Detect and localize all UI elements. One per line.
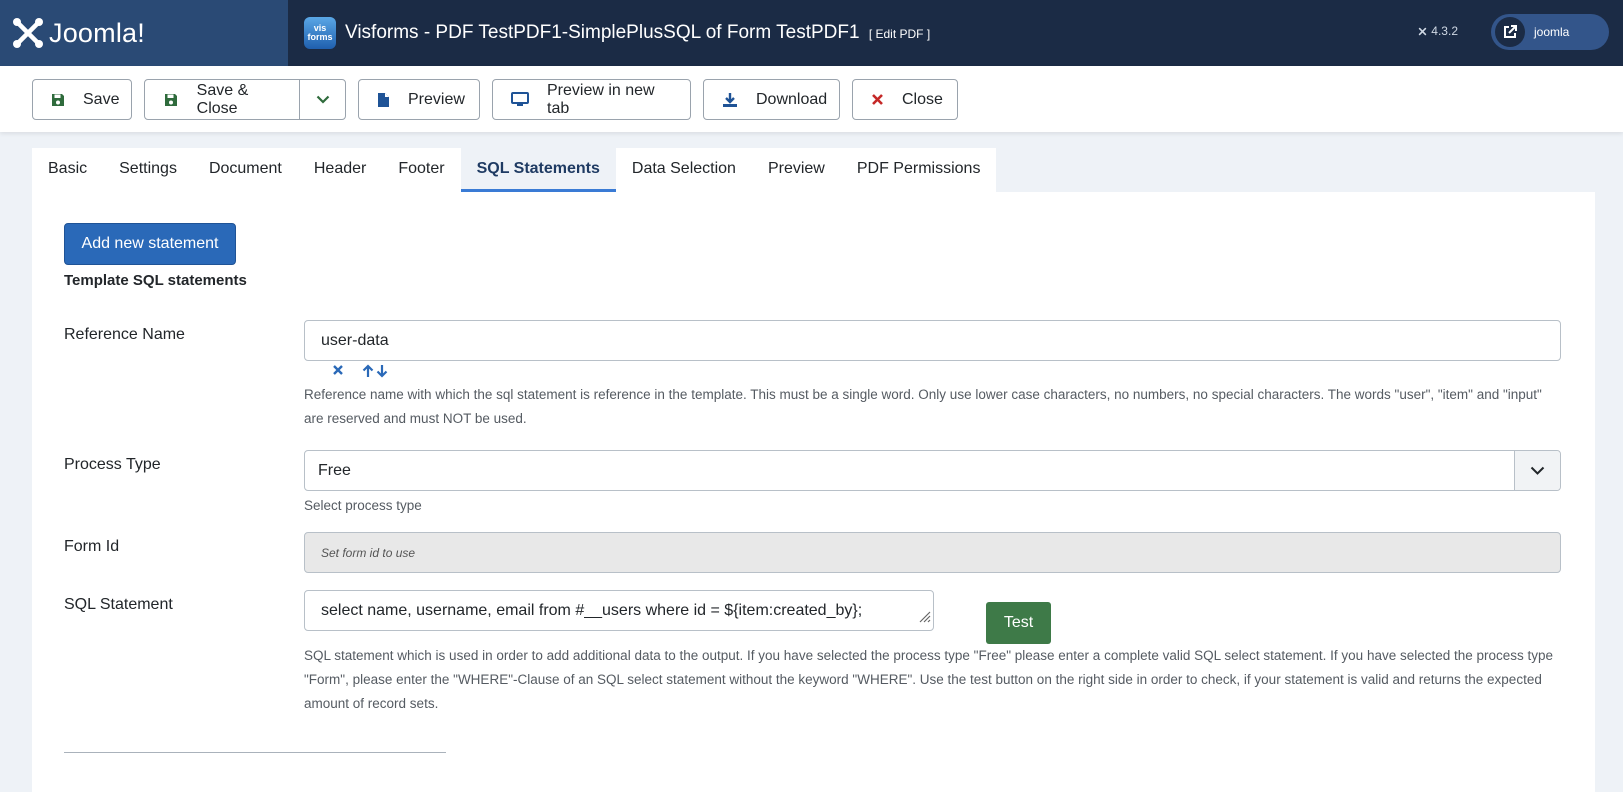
tab-bar: Basic Settings Document Header Footer SQ… (32, 148, 997, 192)
section-title: Template SQL statements (64, 272, 247, 289)
version-info: 4.3.2 (1417, 24, 1458, 38)
chevron-down-icon (316, 95, 329, 104)
file-icon (377, 92, 390, 108)
user-menu-button[interactable]: joomla (1491, 14, 1609, 50)
tab-header[interactable]: Header (298, 148, 382, 192)
page-title: Visforms - PDF TestPDF1-SimplePlusSQL of… (345, 22, 930, 44)
sql-statement-textarea[interactable]: select name, username, email from #__use… (304, 590, 934, 631)
save-close-label: Save & Close (196, 81, 249, 117)
tab-pdf-permissions[interactable]: PDF Permissions (841, 148, 997, 192)
process-type-select[interactable]: Free (304, 450, 1561, 491)
tab-data-selection[interactable]: Data Selection (616, 148, 752, 192)
tab-document[interactable]: Document (193, 148, 298, 192)
user-name: joomla (1534, 25, 1570, 39)
page-title-text: Visforms - PDF TestPDF1-SimplePlusSQL of… (345, 22, 860, 43)
tab-sql-statements[interactable]: SQL Statements (460, 148, 616, 192)
process-type-value: Free (318, 461, 351, 479)
reference-name-value: user-data (321, 331, 389, 349)
save-label: Save (83, 90, 120, 108)
floppy-disk-icon (163, 93, 179, 107)
save-options-dropdown[interactable] (299, 80, 345, 119)
joomla-small-icon (1419, 27, 1427, 35)
preview-new-tab-label: Preview in new tab (547, 81, 655, 117)
brand-area: Joomla! (0, 0, 288, 66)
download-label: Download (756, 90, 828, 108)
visforms-app-icon: vis forms (304, 17, 336, 49)
joomla-logo-icon (13, 18, 43, 48)
divider (64, 752, 446, 753)
process-type-label: Process Type (64, 456, 161, 473)
tab-footer[interactable]: Footer (382, 148, 460, 192)
resize-handle-icon[interactable] (919, 610, 931, 628)
external-link-icon (1495, 17, 1525, 47)
close-button[interactable]: Close (852, 79, 958, 120)
tab-basic[interactable]: Basic (32, 148, 103, 192)
preview-button[interactable]: Preview (358, 79, 480, 120)
form-id-label: Form Id (64, 538, 120, 555)
x-icon (871, 93, 884, 106)
app-icon-text-bottom: forms (307, 32, 333, 42)
floppy-disk-icon (51, 93, 65, 107)
download-icon (722, 92, 738, 108)
toolbar: Save Save & Close Preview Preview in new… (0, 66, 1623, 132)
sql-statement-help: SQL statement which is used in order to … (304, 648, 1554, 711)
move-up-icon[interactable] (362, 364, 374, 378)
header-bar: Joomla! vis forms Visforms - PDF TestPDF… (0, 0, 1623, 66)
preview-new-tab-button[interactable]: Preview in new tab (492, 79, 691, 120)
preview-label: Preview (408, 90, 465, 108)
sql-statements-panel: Add new statement Template SQL statement… (32, 192, 1595, 792)
download-button[interactable]: Download (703, 79, 840, 120)
add-new-statement-button[interactable]: Add new statement (64, 223, 236, 265)
delete-statement-icon[interactable] (332, 364, 344, 378)
move-down-icon[interactable] (376, 364, 388, 378)
process-type-help: Select process type (304, 498, 422, 513)
page-subtitle: [ Edit PDF ] (868, 27, 931, 41)
statement-controls (332, 364, 388, 378)
save-button[interactable]: Save (32, 79, 132, 120)
brand-name: Joomla! (49, 17, 145, 48)
reference-name-label: Reference Name (64, 326, 185, 343)
chevron-down-icon (1514, 451, 1560, 490)
sql-statement-label: SQL Statement (64, 596, 173, 613)
test-button[interactable]: Test (986, 602, 1051, 644)
form-id-placeholder: Set form id to use (321, 545, 416, 560)
monitor-icon (511, 92, 529, 107)
joomla-logo[interactable]: Joomla! (11, 16, 145, 50)
close-label: Close (902, 90, 943, 108)
version-number: 4.3.2 (1431, 24, 1458, 38)
reference-name-input[interactable]: user-data (304, 320, 1561, 361)
sql-statement-value: select name, username, email from #__use… (321, 601, 863, 619)
form-id-input: Set form id to use (304, 532, 1561, 573)
save-close-button[interactable]: Save & Close (144, 79, 346, 120)
tab-settings[interactable]: Settings (103, 148, 193, 192)
tab-preview[interactable]: Preview (752, 148, 841, 192)
reference-name-help: Reference name with which the sql statem… (304, 387, 1542, 426)
